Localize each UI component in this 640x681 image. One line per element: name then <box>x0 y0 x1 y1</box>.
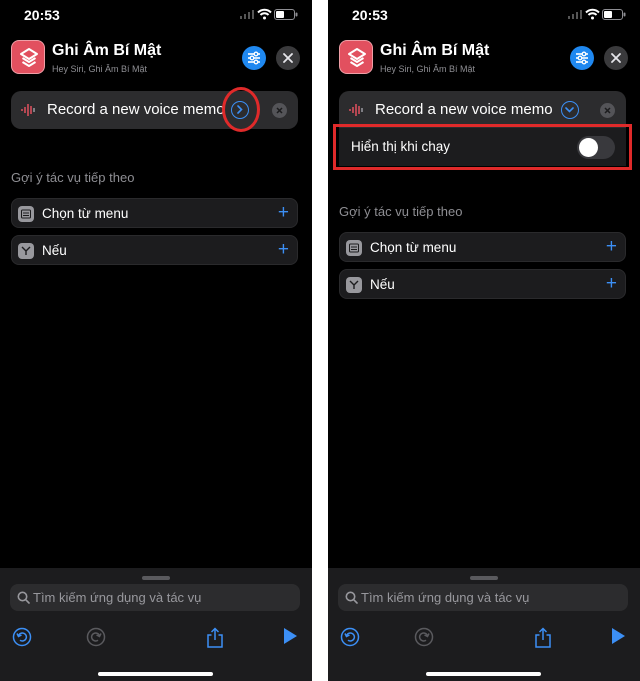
suggestion-label: Nếu <box>370 277 395 292</box>
bottom-panel <box>0 568 312 681</box>
search-input[interactable] <box>361 587 621 608</box>
close-icon <box>604 107 611 114</box>
search-field[interactable] <box>338 584 628 611</box>
remove-action-button[interactable] <box>600 103 615 118</box>
close-icon <box>283 53 293 63</box>
voice-memo-icon <box>349 104 363 116</box>
chevron-down-icon <box>565 107 574 113</box>
sheet-grabber[interactable] <box>142 576 170 580</box>
status-bar: 20:53 <box>0 6 312 26</box>
close-icon <box>611 53 621 63</box>
add-icon[interactable]: + <box>278 240 289 259</box>
close-button[interactable] <box>604 46 628 70</box>
wifi-icon <box>585 8 600 20</box>
if-branch-icon <box>346 277 362 293</box>
action-label: Record a new voice memo <box>375 101 553 118</box>
suggestion-item-menu[interactable]: Chọn từ menu + <box>11 198 298 228</box>
action-label: Record a new voice memo <box>47 101 225 118</box>
signal-icon <box>240 10 254 19</box>
settings-button[interactable] <box>242 46 266 70</box>
battery-icon <box>274 9 298 20</box>
shortcut-icon[interactable] <box>11 40 45 74</box>
sliders-icon <box>248 51 260 65</box>
add-icon[interactable]: + <box>606 237 617 256</box>
search-field[interactable] <box>10 584 300 611</box>
undo-icon[interactable] <box>340 627 360 647</box>
redo-icon[interactable] <box>414 627 434 647</box>
suggestions-heading: Gợi ý tác vụ tiếp theo <box>339 204 463 219</box>
suggestion-item-if[interactable]: Nếu + <box>339 269 626 299</box>
close-button[interactable] <box>276 46 300 70</box>
menu-icon <box>18 206 34 222</box>
suggestions-heading: Gợi ý tác vụ tiếp theo <box>11 170 135 185</box>
add-icon[interactable]: + <box>606 274 617 293</box>
sliders-icon <box>576 51 588 65</box>
run-icon[interactable] <box>610 627 626 645</box>
shortcut-title[interactable]: Ghi Âm Bí Mật <box>52 42 161 60</box>
status-bar: 20:53 <box>328 6 640 26</box>
suggestion-item-menu[interactable]: Chọn từ menu + <box>339 232 626 262</box>
suggestion-item-if[interactable]: Nếu + <box>11 235 298 265</box>
highlight-rectangle <box>333 124 632 170</box>
menu-icon <box>346 240 362 256</box>
battery-icon <box>602 9 626 20</box>
suggestion-label: Nếu <box>42 243 67 258</box>
search-input[interactable] <box>33 587 293 608</box>
undo-icon[interactable] <box>12 627 32 647</box>
remove-action-button[interactable] <box>272 103 287 118</box>
redo-icon[interactable] <box>86 627 106 647</box>
suggestion-label: Chọn từ menu <box>42 206 129 221</box>
collapse-action-button[interactable] <box>561 101 579 119</box>
close-icon <box>276 107 283 114</box>
home-indicator <box>426 672 541 676</box>
shortcut-icon[interactable] <box>339 40 373 74</box>
wifi-icon <box>257 8 272 20</box>
layers-icon <box>20 48 38 67</box>
highlight-circle <box>222 87 260 132</box>
add-icon[interactable]: + <box>278 203 289 222</box>
if-branch-icon <box>18 243 34 259</box>
shortcut-subtitle: Hey Siri, Ghi Âm Bí Mật <box>380 64 476 74</box>
shortcut-subtitle: Hey Siri, Ghi Âm Bí Mật <box>52 64 148 74</box>
left-screen: 20:53 Ghi Âm Bí Mật Hey Siri, Ghi Âm Bí … <box>0 0 312 681</box>
right-screen: 20:53 Ghi Âm Bí Mật Hey Siri, Ghi Âm Bí … <box>328 0 640 681</box>
home-indicator <box>98 672 213 676</box>
status-time: 20:53 <box>352 7 388 23</box>
shortcut-header: Ghi Âm Bí Mật Hey Siri, Ghi Âm Bí Mật <box>328 38 640 78</box>
settings-button[interactable] <box>570 46 594 70</box>
status-time: 20:53 <box>24 7 60 23</box>
bottom-panel <box>328 568 640 681</box>
shortcut-title[interactable]: Ghi Âm Bí Mật <box>380 42 489 60</box>
shortcut-header: Ghi Âm Bí Mật Hey Siri, Ghi Âm Bí Mật <box>0 38 312 78</box>
share-icon[interactable] <box>534 627 552 648</box>
suggestion-label: Chọn từ menu <box>370 240 457 255</box>
sheet-grabber[interactable] <box>470 576 498 580</box>
run-icon[interactable] <box>282 627 298 645</box>
search-icon <box>17 591 30 604</box>
voice-memo-icon <box>21 104 35 116</box>
search-icon <box>345 591 358 604</box>
layers-icon <box>348 48 366 67</box>
signal-icon <box>568 10 582 19</box>
share-icon[interactable] <box>206 627 224 648</box>
